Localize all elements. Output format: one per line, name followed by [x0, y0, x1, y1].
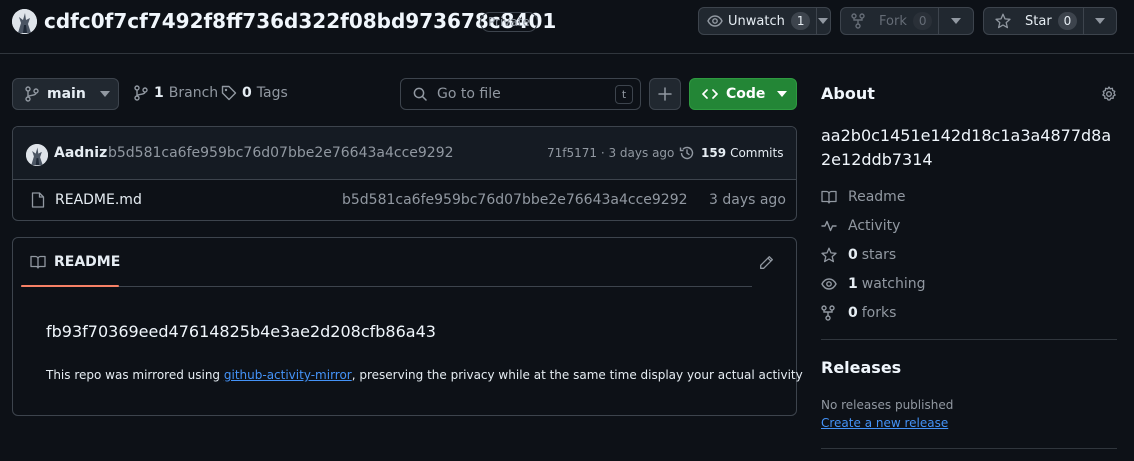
branches-link[interactable]: 1 Branch [134, 85, 218, 101]
pulse-icon [821, 219, 837, 233]
author-avatar[interactable] [26, 144, 48, 166]
search-shortcut-key: t [615, 85, 633, 104]
star-icon [821, 247, 837, 263]
file-commit-message[interactable]: b5d581ca6fe959bc76d07bbe2e76643a4cce9292 [342, 192, 688, 208]
book-icon [30, 255, 46, 269]
star-icon [995, 13, 1011, 29]
mirror-tool-link[interactable]: github-activity-mirror [224, 368, 352, 382]
file-browser: Aadniz b5d581ca6fe959bc76d07bbe2e76643a4… [12, 126, 797, 221]
chevron-down-icon [777, 91, 788, 97]
readme-text-before: This repo was mirrored using [46, 368, 224, 382]
file-row[interactable]: README.md b5d581ca6fe959bc76d07bbe2e7664… [13, 180, 796, 220]
go-to-file-search[interactable]: Go to file t [400, 78, 641, 110]
tag-count-label: Tags [256, 85, 288, 101]
readme-panel: README fb93f70369eed47614825b4e3ae2d208c… [12, 237, 803, 416]
activity-link-label: Activity [848, 218, 901, 234]
no-releases-text: No releases published [821, 398, 954, 412]
file-name[interactable]: README.md [55, 192, 142, 208]
readme-tab-underline [21, 285, 119, 287]
add-file-button[interactable] [649, 78, 681, 110]
readme-text-after: , preserving the privacy while at the sa… [351, 368, 803, 382]
stars-link[interactable]: 0 stars [821, 245, 896, 265]
chevron-down-icon[interactable] [939, 18, 973, 24]
tag-count: 0 [242, 85, 252, 101]
releases-heading[interactable]: Releases [821, 358, 901, 377]
fork-icon [851, 13, 865, 29]
branch-icon [134, 85, 148, 101]
unwatch-button[interactable]: Unwatch 1 [698, 7, 831, 35]
branch-icon [25, 86, 39, 102]
plus-icon [658, 87, 672, 101]
forks-count: 0 [848, 305, 858, 321]
stars-label: stars [861, 247, 897, 263]
readme-tabbar [21, 238, 752, 287]
readme-tab[interactable]: README [30, 254, 120, 270]
chevron-down-icon[interactable] [1084, 18, 1116, 24]
star-label: Star [1025, 13, 1052, 29]
watching-link[interactable]: 1 watching [821, 274, 926, 294]
readme-link[interactable]: Readme [821, 187, 905, 207]
star-button[interactable]: Star 0 [983, 7, 1117, 35]
readme-paragraph: This repo was mirrored using github-acti… [46, 368, 803, 382]
owner-avatar[interactable] [12, 9, 37, 34]
readme-link-label: Readme [848, 189, 906, 205]
fork-button[interactable]: Fork 0 [840, 7, 974, 35]
activity-link[interactable]: Activity [821, 216, 900, 236]
tag-icon [221, 85, 237, 101]
sidebar-divider [821, 448, 1117, 449]
fork-count: 0 [912, 12, 933, 30]
eye-icon [707, 13, 723, 29]
star-count: 0 [1057, 12, 1078, 30]
history-icon [679, 145, 695, 161]
about-heading: About [821, 84, 875, 103]
commit-message[interactable]: b5d581ca6fe959bc76d07bbe2e76643a4cce9292 [108, 145, 454, 161]
search-placeholder: Go to file [437, 86, 501, 102]
chevron-down-icon[interactable] [817, 18, 830, 24]
gear-icon[interactable] [1101, 86, 1117, 102]
latest-commit-row: Aadniz b5d581ca6fe959bc76d07bbe2e76643a4… [13, 127, 796, 180]
readme-tab-label: README [54, 254, 121, 270]
chevron-down-icon [99, 91, 110, 97]
stars-count: 0 [848, 247, 858, 263]
fork-icon [821, 305, 837, 321]
search-icon [413, 87, 427, 101]
watch-count: 1 [790, 12, 811, 30]
code-icon [702, 87, 718, 101]
eye-icon [821, 276, 837, 292]
branch-count-label: Branch [168, 85, 219, 101]
forks-label: forks [861, 305, 897, 321]
unwatch-label: Unwatch [728, 13, 785, 29]
visibility-badge: Private [480, 12, 538, 32]
book-icon [821, 190, 837, 204]
pencil-icon[interactable] [759, 255, 774, 270]
create-release-link[interactable]: Create a new release [821, 416, 948, 430]
branch-count: 1 [154, 85, 164, 101]
tags-link[interactable]: 0 Tags [221, 85, 288, 101]
file-icon [31, 192, 45, 208]
watching-count: 1 [848, 276, 858, 292]
commit-author[interactable]: Aadniz [54, 145, 107, 161]
forks-link[interactable]: 0 forks [821, 303, 896, 323]
commits-link[interactable]: 159 Commits [679, 145, 783, 161]
fork-label: Fork [879, 13, 907, 29]
repo-description: aa2b0c1451e142d18c1a3a4877d8a2e12ddb7314 [821, 124, 1121, 172]
repo-description-text: aa2b0c1451e142d18c1a3a4877d8a2e12ddb7314 [821, 126, 1112, 169]
commit-count: 159 [701, 146, 727, 160]
branch-selector[interactable]: main [12, 78, 119, 110]
code-label: Code [726, 86, 766, 102]
commit-count-label: Commits [730, 146, 784, 160]
readme-heading: fb93f70369eed47614825b4e3ae2d208cfb86a43 [46, 322, 436, 341]
watching-label: watching [861, 276, 926, 292]
file-commit-time: 3 days ago [709, 192, 786, 208]
branch-name: main [47, 86, 86, 102]
sidebar-divider [821, 339, 1117, 340]
code-button[interactable]: Code [689, 78, 797, 110]
commit-hash-time[interactable]: 71f5171 · 3 days ago [547, 146, 674, 160]
